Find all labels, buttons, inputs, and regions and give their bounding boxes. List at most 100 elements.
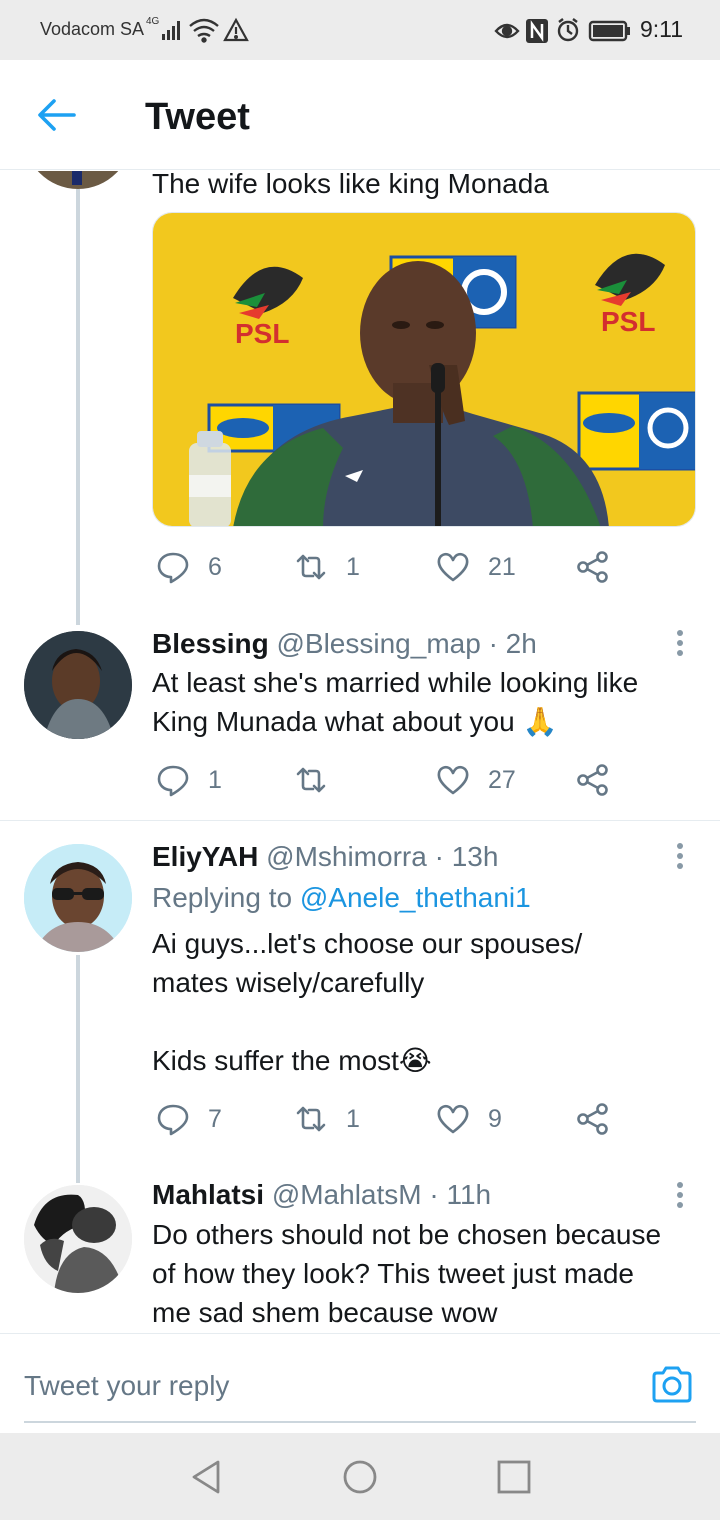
reply-button[interactable]: 6 (156, 547, 222, 587)
clock-label: 9:11 (640, 16, 684, 42)
reply-button[interactable]: 1 (156, 760, 222, 800)
network-type-label: 4G (146, 16, 160, 27)
page-title: Tweet (145, 96, 250, 138)
like-count: 27 (488, 765, 516, 794)
tweet-photo[interactable]: PSL PSL (152, 212, 696, 527)
more-options-icon[interactable] (672, 841, 688, 871)
tweet-time: · 11h (429, 1179, 492, 1210)
reply-icon (157, 552, 189, 584)
svg-text:PSL: PSL (601, 306, 655, 337)
replying-to-handle-link[interactable]: @Anele_thethani1 (300, 882, 531, 913)
reply-input-underline (24, 1421, 696, 1423)
divider (0, 820, 720, 821)
tweet-thread[interactable]: The wife looks like king Monada PSL PSL … (0, 171, 720, 1333)
retweet-icon (296, 554, 326, 580)
like-button[interactable]: 9 (436, 1099, 502, 1139)
tweet-text: The wife looks like king Monada (152, 171, 549, 199)
nfc-icon (526, 19, 548, 43)
display-name[interactable]: EliyYAH (152, 841, 258, 872)
battery-icon (588, 20, 630, 42)
tweet-text-line: King Munada what about you 🙏 (152, 706, 558, 737)
retweet-button[interactable]: 1 (294, 547, 360, 587)
wifi-icon (189, 18, 219, 43)
tweet-text-line: At least she's married while looking lik… (152, 667, 639, 698)
system-navigation-bar (0, 1433, 720, 1520)
carrier-label: Vodacom SA (40, 19, 145, 39)
thread-connector-line (76, 955, 80, 1183)
tweet-text-line: of how they look? This tweet just made (152, 1258, 634, 1289)
press-conference-image: PSL PSL (153, 213, 695, 526)
retweet-button[interactable]: 1 (294, 1099, 360, 1139)
tweet-text-line: me sad shem because wow (152, 1297, 498, 1328)
signal-icon (162, 21, 180, 40)
avatar[interactable] (24, 631, 132, 739)
reply-count: 6 (208, 552, 222, 581)
retweet-count: 1 (346, 1104, 360, 1133)
more-options-icon[interactable] (672, 628, 688, 658)
avatar[interactable] (24, 1185, 132, 1293)
water-bottle (189, 431, 231, 526)
replying-to-label: Replying to (152, 882, 293, 913)
heart-icon (437, 1104, 469, 1134)
display-name[interactable]: Blessing (152, 628, 269, 659)
tweet-actions: 6 1 21 (152, 547, 632, 587)
warning-icon (223, 17, 249, 42)
retweet-count: 1 (346, 552, 360, 581)
tweet-text-line: Kids suffer the most😭 (152, 1045, 432, 1076)
share-icon (577, 551, 608, 583)
mtn8-logo (577, 391, 695, 471)
heart-icon (437, 552, 469, 582)
share-icon (577, 764, 608, 796)
like-button[interactable]: 21 (436, 547, 516, 587)
thread-connector-line (76, 189, 80, 625)
tweet-header: Mahlatsi @MahlatsM · 11h (152, 1175, 491, 1214)
tweet-time: · 2h (488, 628, 537, 659)
tweet-actions: 1 27 (152, 760, 632, 800)
user-handle[interactable]: @MahlatsM (272, 1179, 422, 1210)
tweet-time: · 13h (434, 841, 499, 872)
like-count: 9 (488, 1104, 502, 1133)
nav-back-icon[interactable] (186, 1457, 226, 1497)
more-options-icon[interactable] (672, 1180, 688, 1210)
alarm-icon (557, 18, 579, 42)
retweet-icon (296, 1106, 326, 1132)
share-icon (577, 1103, 608, 1135)
replying-to-line: Replying to @Anele_thethani1 (152, 878, 531, 917)
tweet-header: Blessing @Blessing_map · 2h (152, 624, 537, 663)
user-handle[interactable]: @Blessing_map (276, 628, 480, 659)
tweet-text-line: Ai guys...let's choose our spouses/ (152, 928, 583, 959)
share-button[interactable] (576, 1099, 610, 1139)
back-arrow-icon[interactable] (36, 97, 76, 133)
reply-icon (157, 765, 189, 797)
reply-button[interactable]: 7 (156, 1099, 222, 1139)
status-right-icons (494, 18, 630, 43)
share-button[interactable] (576, 760, 610, 800)
heart-icon (437, 765, 469, 795)
user-handle[interactable]: @Mshimorra (266, 841, 427, 872)
svg-text:PSL: PSL (235, 318, 289, 349)
reply-count: 1 (208, 765, 222, 794)
reply-count: 7 (208, 1104, 222, 1133)
like-count: 21 (488, 552, 516, 581)
nav-recent-apps-icon[interactable] (494, 1457, 534, 1497)
retweet-icon (296, 767, 326, 793)
tweet-text-line: mates wisely/carefully (152, 967, 425, 998)
tweet-text-line: Do others should not be chosen because (152, 1219, 662, 1250)
tweet-header: EliyYAH @Mshimorra · 13h (152, 837, 498, 876)
retweet-button[interactable] (294, 760, 346, 800)
avatar[interactable] (24, 171, 132, 189)
share-button[interactable] (576, 547, 610, 587)
camera-icon[interactable] (650, 1364, 694, 1404)
avatar[interactable] (24, 844, 132, 952)
reply-icon (157, 1104, 189, 1136)
signal-wifi-warning-icons: 4G (146, 16, 249, 43)
top-app-bar: Tweet (0, 60, 720, 170)
reply-input[interactable]: Tweet your reply (24, 1370, 624, 1402)
like-button[interactable]: 27 (436, 760, 516, 800)
status-bar: Vodacom SA 4G 9:11 (0, 0, 720, 60)
tweet-actions: 7 1 9 (152, 1099, 632, 1139)
display-name[interactable]: Mahlatsi (152, 1179, 264, 1210)
eye-icon (494, 23, 520, 39)
reply-compose-bar: Tweet your reply (0, 1333, 720, 1433)
nav-home-icon[interactable] (340, 1457, 380, 1497)
